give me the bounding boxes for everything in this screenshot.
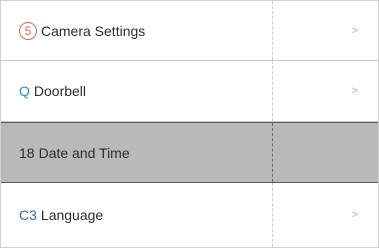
- menu-item-language[interactable]: C3 Language >: [1, 183, 378, 247]
- menu-item-doorbell[interactable]: Q Doorbell >: [1, 61, 378, 122]
- menu-item-label-group: Q Doorbell: [19, 83, 86, 99]
- column-divider: [272, 183, 273, 247]
- menu-item-label-group: 5 Camera Settings: [19, 21, 146, 40]
- camera-settings-icon: 5: [19, 21, 37, 40]
- calendar-icon: 18: [19, 144, 35, 161]
- chevron-right-icon: >: [351, 24, 358, 37]
- menu-item-label: Camera Settings: [41, 22, 146, 39]
- menu-item-label: Doorbell: [33, 83, 87, 99]
- menu-item-label-group: C3 Language: [19, 207, 103, 223]
- menu-item-label-group: 18 Date and Time: [19, 145, 130, 161]
- language-icon: C3: [19, 207, 37, 223]
- column-divider: [272, 1, 273, 60]
- menu-item-label: Language: [40, 207, 104, 223]
- chevron-right-icon: >: [351, 85, 358, 97]
- menu-item-label: Date and Time: [38, 144, 130, 161]
- settings-menu: 5 Camera Settings > Q Doorbell > 18 Date…: [0, 0, 379, 248]
- column-divider: [272, 61, 273, 121]
- doorbell-icon: Q: [19, 83, 30, 99]
- column-divider: [272, 123, 273, 182]
- menu-item-date-and-time[interactable]: 18 Date and Time: [1, 122, 378, 183]
- chevron-right-icon: >: [351, 209, 358, 221]
- menu-item-camera-settings[interactable]: 5 Camera Settings >: [1, 1, 378, 61]
